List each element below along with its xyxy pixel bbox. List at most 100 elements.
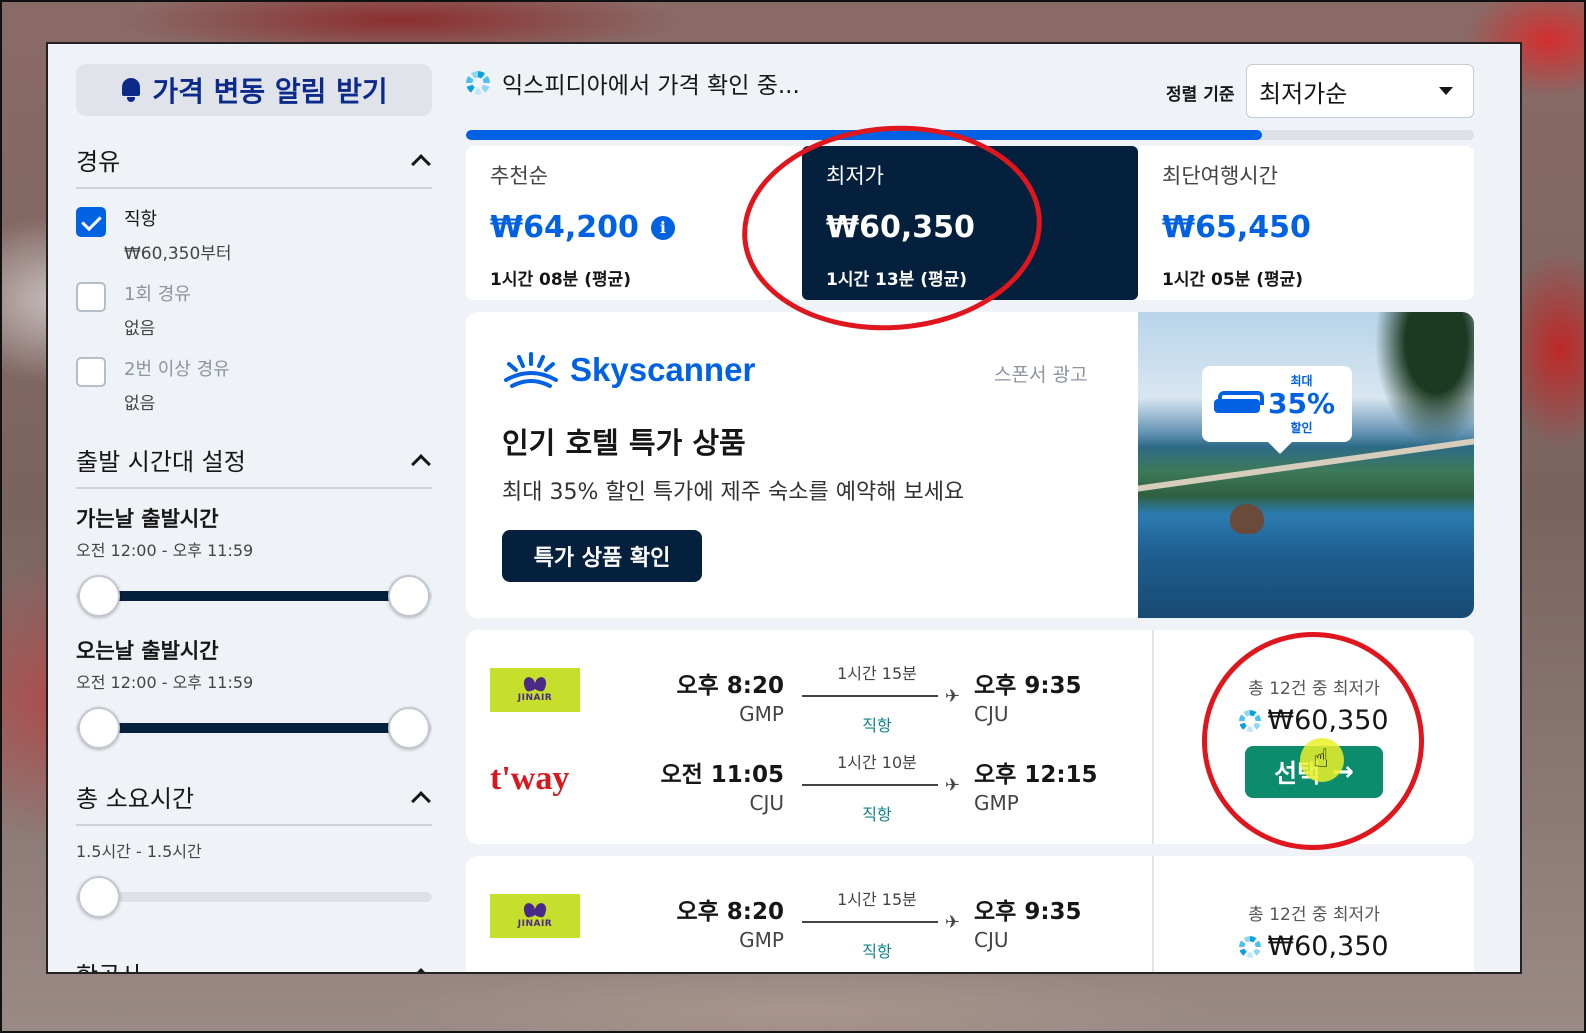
return-time-range: 오전 12:00 - 오후 11:59 [76,673,254,692]
ad-description: 최대 35% 할인 특가에 제주 숙소를 예약해 보세요 [502,480,965,505]
duration-header[interactable]: 총 소요시간 [76,779,432,826]
departure-time: 오전 11:05 [660,762,784,788]
plane-icon: ✈ [944,912,960,933]
tab-price-row: ₩64,200 i [490,210,778,245]
departure-airport: GMP [739,928,784,952]
slider-end-handle[interactable] [388,707,430,749]
price-alert-label: 가격 변동 알림 받기 [152,75,388,108]
duration-slider[interactable] [76,874,432,918]
slider-end-handle[interactable] [388,575,430,617]
checkbox-one-stop[interactable] [76,282,106,312]
departure-time-title: 출발 시간대 설정 [76,448,246,476]
butterfly-icon [524,677,546,693]
stop-option-multi[interactable]: 2번 이상 경유 없음 [76,357,432,414]
duration-section: 총 소요시간 1.5시간 - 1.5시간 [76,779,432,918]
sort-select[interactable]: 최저가순 [1246,64,1474,118]
flight-duration-block: 1시간 10분 ✈ 직항 [802,749,960,825]
stop-option-sub: 없음 [124,394,156,414]
plane-icon: ✈ [944,775,960,796]
departure-time-header[interactable]: 출발 시간대 설정 [76,442,432,489]
tab-recommended[interactable]: 추천순 ₩64,200 i 1시간 08분 (평균) [466,146,802,300]
departure-airport: CJU [749,791,784,815]
arrival-time: 오후 12:15 [974,762,1098,788]
outbound-time-title: 가는날 출발시간 [76,507,219,531]
slider-fill [98,723,410,733]
tab-price: ₩60,350 [826,210,975,245]
tab-fastest[interactable]: 최단여행시간 ₩65,450 1시간 05분 (평균) [1138,146,1474,300]
flight-duration: 1시간 15분 [837,890,917,909]
route-line: ✈ [802,775,960,796]
swimmer [1230,504,1264,534]
tab-duration: 1시간 05분 (평균) [1162,270,1304,290]
return-time-slider[interactable] [76,705,432,749]
tab-name: 최단여행시간 [1162,164,1278,188]
tab-price: ₩65,450 [1162,210,1311,245]
deal-check-button[interactable]: 특가 상품 확인 [502,530,702,582]
checkbox-direct[interactable] [76,207,106,237]
tab-cheapest[interactable]: 최저가 ₩60,350 1시간 13분 (평균) [802,146,1138,300]
route-line: ✈ [802,686,960,707]
stop-option-one[interactable]: 1회 경유 없음 [76,282,432,339]
info-icon[interactable]: i [650,215,675,240]
sponsored-ad[interactable]: Skyscanner 스폰서 광고 인기 호텔 특가 상품 최대 35% 할인 … [466,312,1474,618]
flight-leg-return: t'way 오전 11:05 CJU 1시간 10분 ✈ 직항 오후 12:15… [466,741,1152,831]
arrival-airport: CJU [974,928,1009,952]
departure-time: 오후 8:20 [676,899,784,925]
stops-header[interactable]: 경유 [76,142,432,189]
airlines-header[interactable]: 항공사 [76,956,432,972]
stops-label: 직항 [862,805,892,824]
chevron-up-icon[interactable] [411,967,431,972]
pool-edge [1138,438,1474,492]
stop-option-direct[interactable]: 직항 ₩60,350부터 [76,207,432,264]
stop-option-sub: ₩60,350부터 [124,244,232,264]
loading-spinner-icon [1239,709,1262,732]
caret-down-icon [1439,87,1453,95]
jinair-logo: JINAIR [490,894,580,938]
price-alert-button[interactable]: 가격 변동 알림 받기 [76,64,432,116]
price-note: 총 12건 중 최저가 [1248,679,1380,699]
search-progress-bar [466,130,1474,140]
stop-option-sub: 없음 [124,319,156,339]
discount-badge: 최대 35% 할인 [1202,366,1352,454]
slider-start-handle[interactable] [78,707,120,749]
chevron-up-icon[interactable] [411,153,431,174]
arrival-time: 오후 9:35 [974,673,1082,699]
flight-result-card[interactable]: JINAIR 오후 8:20 GMP 1시간 15분 ✈ 직항 오후 9:35 … [466,630,1474,844]
slider-handle[interactable] [78,876,120,918]
chevron-up-icon[interactable] [411,790,431,811]
chevron-up-icon[interactable] [411,453,431,474]
progress-fill [466,130,1263,140]
filter-sidebar: 가격 변동 알림 받기 경유 직항 ₩60,350부터 1회 경유 없음 2번 … [76,64,432,972]
flight-duration-block: 1시간 15분 ✈ 직항 [802,886,960,962]
badge-bottom: 할인 [1290,421,1313,435]
tab-price: ₩64,200 [490,210,639,245]
flight-result-card[interactable]: JINAIR 오후 8:20 GMP 1시간 15분 ✈ 직항 오후 9:35 … [466,856,1474,972]
airline-name: t'way [490,760,570,797]
sunrise-icon [504,352,558,388]
stop-option-label: 1회 경유 [124,284,191,305]
outbound-time-slider[interactable] [76,573,432,617]
tab-name: 추천순 [490,164,548,188]
flight-leg-outbound: JINAIR 오후 8:20 GMP 1시간 15분 ✈ 직항 오후 9:35 … [466,652,1152,742]
price-row: ₩60,350 [1239,931,1389,962]
duration-range: 1.5시간 - 1.5시간 [76,842,202,861]
tab-name: 최저가 [826,164,884,188]
flight-duration-block: 1시간 15분 ✈ 직항 [802,660,960,736]
price-note: 총 12건 중 최저가 [1248,905,1380,925]
badge-percent: 35% [1268,387,1336,420]
hand-pointer-icon: ☝ [1313,744,1329,774]
flight-duration: 1시간 10분 [837,753,917,772]
arrival-airport: CJU [974,702,1009,726]
palm-tree [1364,312,1474,462]
tab-duration: 1시간 08분 (평균) [490,270,632,290]
tway-logo: t'way [490,757,580,801]
stops-label: 직항 [862,942,892,961]
slider-start-handle[interactable] [78,575,120,617]
brand-name: Skyscanner [570,351,756,388]
route-line: ✈ [802,912,960,933]
sort-label: 정렬 기준 [1166,85,1235,105]
airlines-title: 항공사 [76,956,142,972]
checkbox-multi-stop[interactable] [76,357,106,387]
departure-time: 오후 8:20 [676,673,784,699]
price-column: 총 12건 중 최저가 ₩60,350 선택 → [1154,630,1474,844]
